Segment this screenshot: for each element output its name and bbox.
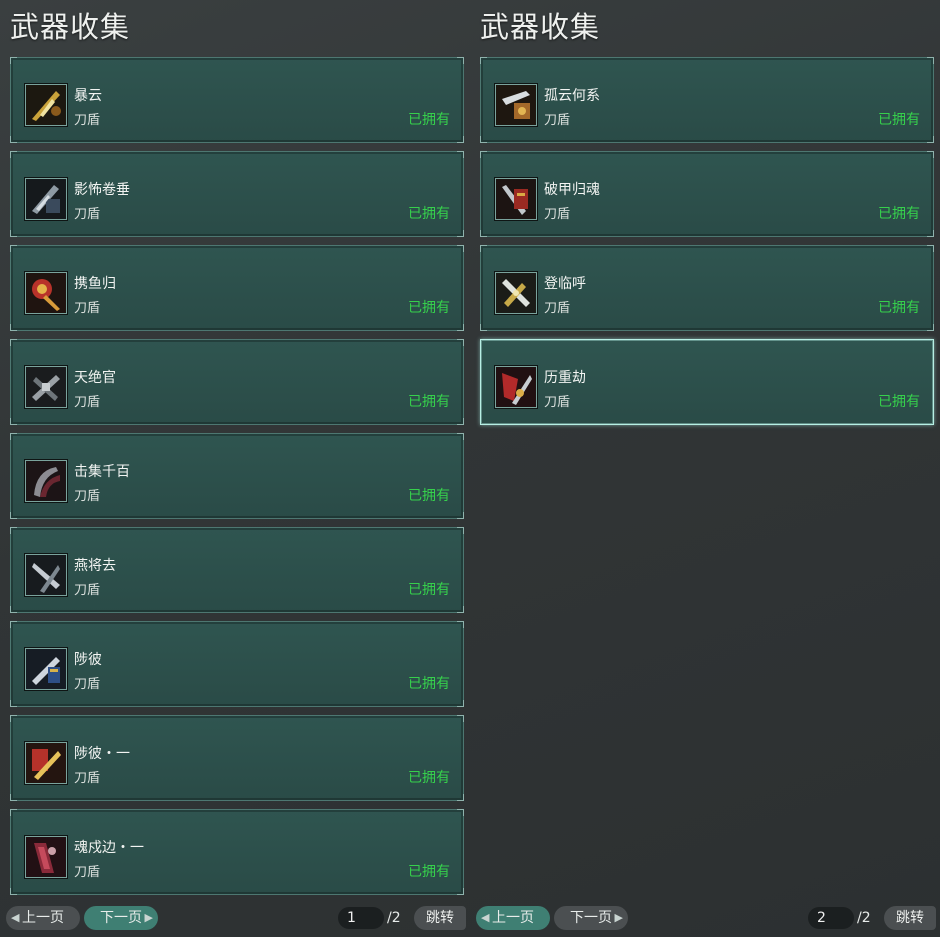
weapon-card[interactable]: 破甲归魂 刀盾 已拥有 [480, 151, 934, 237]
owned-status: 已拥有 [878, 112, 920, 128]
pagination-bar: ◀ 上一页 下一页 ▶ 1 /2 跳转 [0, 906, 470, 930]
weapon-name: 暴云 [74, 88, 102, 104]
next-page-button[interactable]: 下一页 ▶ [554, 906, 628, 930]
weapon-type: 刀盾 [544, 301, 571, 316]
weapon-card[interactable]: 陟彼・一 刀盾 已拥有 [10, 715, 464, 801]
weapon-type: 刀盾 [74, 489, 101, 504]
prev-page-button[interactable]: ◀ 上一页 [6, 906, 80, 930]
weapon-type: 刀盾 [544, 207, 571, 222]
weapon-name: 破甲归魂 [544, 182, 600, 198]
weapon-name: 天绝官 [74, 370, 116, 386]
weapon-type: 刀盾 [74, 395, 101, 410]
panel-title: 武器收集 [480, 10, 601, 44]
weapon-name: 击集千百 [74, 464, 130, 480]
prev-page-button[interactable]: ◀ 上一页 [476, 906, 550, 930]
weapon-name: 魂戍边・一 [74, 840, 144, 856]
weapon-card[interactable]: 陟彼 刀盾 已拥有 [10, 621, 464, 707]
next-page-button[interactable]: 下一页 ▶ [84, 906, 158, 930]
owned-status: 已拥有 [408, 300, 450, 316]
weapon-name: 历重劫 [544, 370, 586, 386]
red-armor-blade-icon [495, 178, 537, 220]
weapon-collection-panel-left: 武器收集 暴云 刀盾 已拥有 影怖卷垂 刀盾 已拥有 携鱼归 刀盾 已拥有 天绝… [0, 0, 470, 937]
red-gold-fish-blade-icon [25, 272, 67, 314]
silver-blade-icon [25, 554, 67, 596]
owned-status: 已拥有 [408, 864, 450, 880]
weapon-list: 暴云 刀盾 已拥有 影怖卷垂 刀盾 已拥有 携鱼归 刀盾 已拥有 天绝官 刀盾 … [10, 57, 464, 903]
weapon-name: 陟彼・一 [74, 746, 130, 762]
next-page-label: 下一页 [570, 910, 612, 926]
crimson-blade-icon [25, 836, 67, 878]
weapon-name: 陟彼 [74, 652, 102, 668]
weapon-name: 登临呼 [544, 276, 586, 292]
chevron-left-icon: ◀ [11, 911, 20, 924]
prev-page-label: 上一页 [492, 910, 534, 926]
weapon-type: 刀盾 [74, 677, 101, 692]
red-gold-claw-icon [495, 366, 537, 408]
weapon-card[interactable]: 击集千百 刀盾 已拥有 [10, 433, 464, 519]
weapon-name: 影怖卷垂 [74, 182, 130, 198]
owned-status: 已拥有 [408, 488, 450, 504]
weapon-type: 刀盾 [74, 301, 101, 316]
panel-title: 武器收集 [10, 10, 131, 44]
red-gold-sword-icon [25, 742, 67, 784]
weapon-card[interactable]: 燕将去 刀盾 已拥有 [10, 527, 464, 613]
jump-button[interactable]: 跳转 [884, 906, 936, 930]
weapon-type: 刀盾 [74, 771, 101, 786]
next-page-label: 下一页 [100, 910, 142, 926]
weapon-card[interactable]: 孤云何系 刀盾 已拥有 [480, 57, 934, 143]
owned-status: 已拥有 [408, 582, 450, 598]
owned-status: 已拥有 [878, 300, 920, 316]
chevron-left-icon: ◀ [481, 911, 490, 924]
weapon-card[interactable]: 魂戍边・一 刀盾 已拥有 [10, 809, 464, 895]
dark-red-claw-blade-icon [25, 460, 67, 502]
owned-status: 已拥有 [878, 206, 920, 222]
weapon-card[interactable]: 携鱼归 刀盾 已拥有 [10, 245, 464, 331]
dark-armor-blade-icon [25, 178, 67, 220]
chevron-right-icon: ▶ [144, 911, 153, 924]
weapon-card[interactable]: 影怖卷垂 刀盾 已拥有 [10, 151, 464, 237]
gold-silver-blade-icon [495, 272, 537, 314]
prev-page-label: 上一页 [22, 910, 64, 926]
weapon-type: 刀盾 [544, 113, 571, 128]
weapon-type: 刀盾 [74, 865, 101, 880]
weapon-collection-panel-right: 武器收集 孤云何系 刀盾 已拥有 破甲归魂 刀盾 已拥有 登临呼 刀盾 已拥有 … [470, 0, 940, 937]
grey-crossed-blades-icon [25, 366, 67, 408]
owned-status: 已拥有 [408, 394, 450, 410]
weapon-list: 孤云何系 刀盾 已拥有 破甲归魂 刀盾 已拥有 登临呼 刀盾 已拥有 历重劫 刀… [480, 57, 934, 433]
blue-gold-sword-icon [25, 648, 67, 690]
weapon-name: 孤云何系 [544, 88, 600, 104]
owned-status: 已拥有 [878, 394, 920, 410]
owned-status: 已拥有 [408, 770, 450, 786]
chevron-right-icon: ▶ [614, 911, 623, 924]
page-total: /2 [387, 910, 401, 926]
weapon-name: 携鱼归 [74, 276, 116, 292]
weapon-type: 刀盾 [74, 207, 101, 222]
bronze-blade-icon [495, 84, 537, 126]
jump-button[interactable]: 跳转 [414, 906, 466, 930]
page-number-input[interactable]: 1 [338, 907, 384, 929]
owned-status: 已拥有 [408, 206, 450, 222]
weapon-card-selected[interactable]: 历重劫 刀盾 已拥有 [480, 339, 934, 425]
page-total: /2 [857, 910, 871, 926]
weapon-name: 燕将去 [74, 558, 116, 574]
weapon-type: 刀盾 [544, 395, 571, 410]
weapon-type: 刀盾 [74, 583, 101, 598]
pagination-bar: ◀ 上一页 下一页 ▶ 2 /2 跳转 [470, 906, 940, 930]
page-number-input[interactable]: 2 [808, 907, 854, 929]
weapon-type: 刀盾 [74, 113, 101, 128]
golden-blade-icon [25, 84, 67, 126]
owned-status: 已拥有 [408, 676, 450, 692]
weapon-card[interactable]: 暴云 刀盾 已拥有 [10, 57, 464, 143]
owned-status: 已拥有 [408, 112, 450, 128]
weapon-card[interactable]: 天绝官 刀盾 已拥有 [10, 339, 464, 425]
weapon-card[interactable]: 登临呼 刀盾 已拥有 [480, 245, 934, 331]
